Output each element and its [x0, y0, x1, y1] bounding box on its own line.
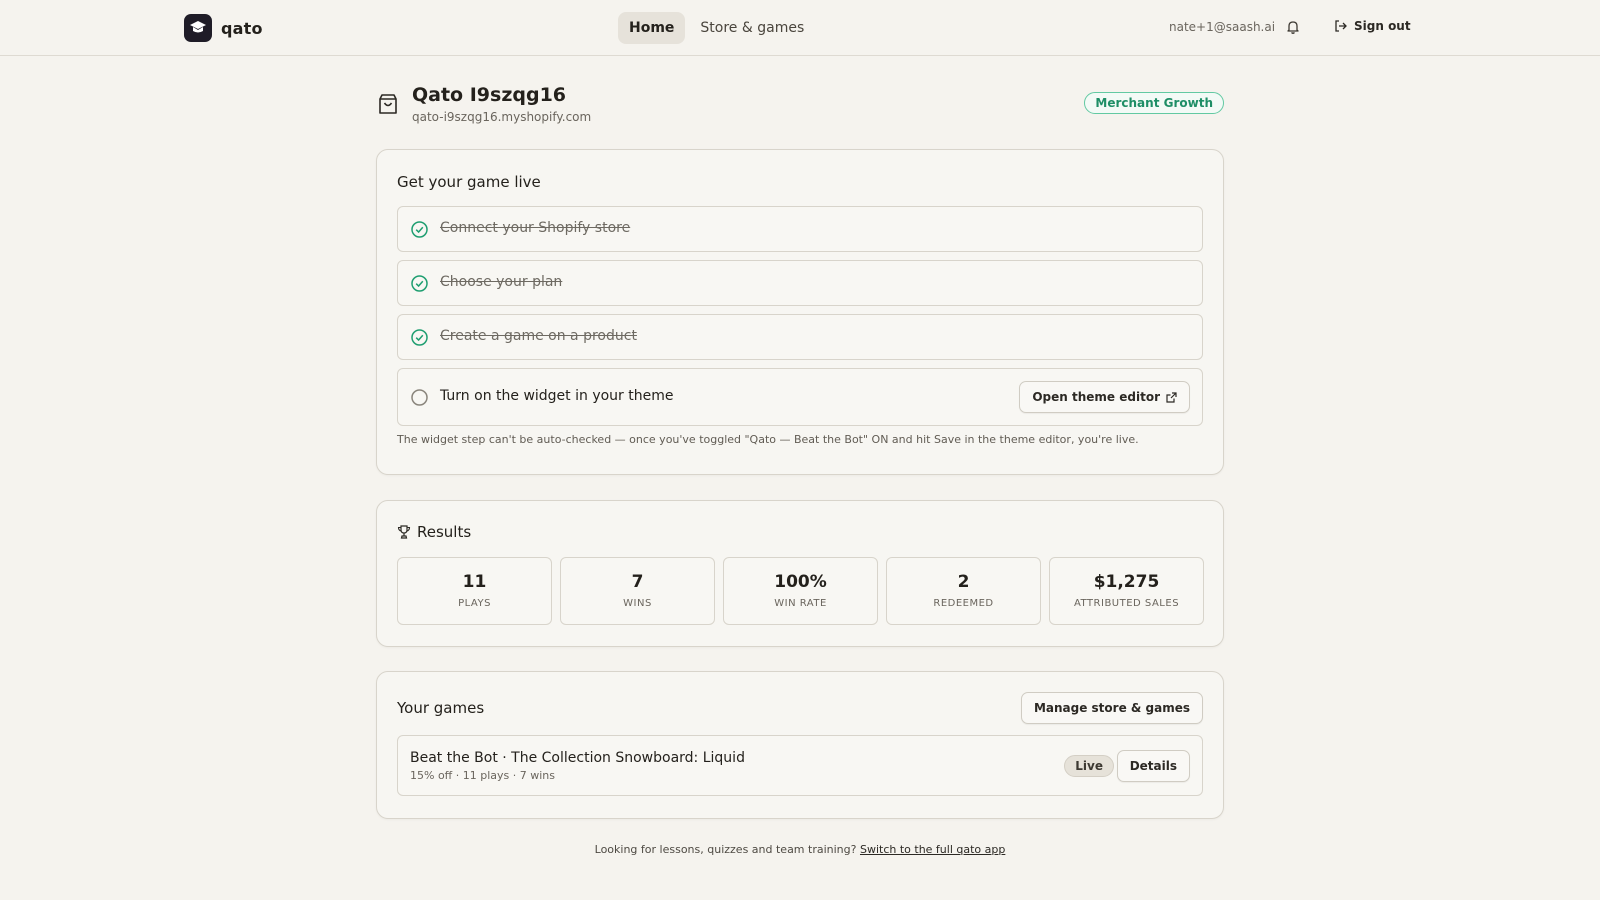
stat-label: WINS	[623, 598, 652, 609]
sign-out-button[interactable]: Sign out	[1334, 19, 1411, 33]
stat-value: $1,275	[1093, 572, 1160, 592]
status-badge: Live	[1064, 755, 1114, 777]
details-button[interactable]: Details	[1116, 750, 1190, 782]
stats-row: 11 PLAYS 7 WINS 100% WIN RATE 2 REDEEMED…	[397, 557, 1204, 625]
nav-home[interactable]: Home	[618, 12, 686, 44]
store-title: Qato I9szqg16	[412, 84, 567, 106]
brand-name: qato	[221, 18, 263, 38]
shopping-bag-icon	[379, 94, 397, 114]
footer-text: Looking for lessons, quizzes and team tr…	[594, 843, 857, 856]
manage-store-games-button[interactable]: Manage store & games	[1020, 692, 1203, 724]
graduation-cap-icon	[184, 14, 212, 42]
check-circle-icon	[411, 221, 428, 238]
game-row[interactable]: Beat the Bot · The Collection Snowboard:…	[397, 735, 1203, 796]
stat-redeemed: 2 REDEEMED	[886, 557, 1041, 625]
games-title: Your games	[397, 699, 485, 717]
stat-label: ATTRIBUTED SALES	[1073, 598, 1180, 609]
stat-plays: 11 PLAYS	[397, 557, 552, 625]
sign-out-icon	[1335, 20, 1347, 32]
step-turn-on-widget: Turn on the widget in your theme Open th…	[397, 368, 1203, 426]
stat-value: 7	[631, 572, 644, 592]
open-theme-editor-button[interactable]: Open theme editor	[1019, 381, 1190, 413]
footer-note: Looking for lessons, quizzes and team tr…	[0, 843, 1600, 856]
stat-win-rate: 100% WIN RATE	[723, 557, 878, 625]
switch-full-app-link[interactable]: Switch to the full qato app	[860, 843, 1005, 856]
results-header: Results	[397, 523, 471, 541]
stat-value: 100%	[774, 572, 827, 592]
nav-store-games[interactable]: Store & games	[689, 12, 815, 44]
step-label: Turn on the widget in your theme	[440, 388, 674, 404]
trophy-icon	[397, 525, 411, 539]
user-email: nate+1@saash.ai	[1169, 20, 1276, 34]
game-title: Beat the Bot · The Collection Snowboard:…	[410, 750, 745, 766]
step-choose-plan: Choose your plan	[397, 260, 1203, 306]
check-circle-icon	[411, 275, 428, 292]
results-title: Results	[417, 523, 472, 541]
games-card: Your games Manage store & games Beat the…	[376, 671, 1224, 819]
widget-hint: The widget step can't be auto-checked — …	[397, 433, 1139, 446]
stat-label: REDEEMED	[933, 598, 994, 609]
step-label: Connect your Shopify store	[440, 220, 631, 236]
checklist-card: Get your game live Connect your Shopify …	[376, 149, 1224, 475]
step-label: Choose your plan	[440, 274, 563, 290]
game-meta: 15% off · 11 plays · 7 wins	[410, 769, 555, 782]
stat-attributed-sales: $1,275 ATTRIBUTED SALES	[1049, 557, 1204, 625]
open-theme-editor-label: Open theme editor	[1032, 390, 1160, 404]
results-card: Results 11 PLAYS 7 WINS 100% WIN RATE 2 …	[376, 500, 1224, 647]
main-nav: Home Store & games	[618, 12, 815, 44]
step-connect-store: Connect your Shopify store	[397, 206, 1203, 252]
step-label: Create a game on a product	[440, 328, 637, 344]
step-create-game: Create a game on a product	[397, 314, 1203, 360]
stat-wins: 7 WINS	[560, 557, 715, 625]
stat-label: PLAYS	[458, 598, 491, 609]
stat-value: 11	[462, 572, 487, 592]
brand[interactable]: qato	[184, 14, 263, 42]
stat-value: 2	[957, 572, 970, 592]
check-circle-icon	[411, 329, 428, 346]
external-link-icon	[1166, 391, 1177, 403]
top-bar: qato Home Store & games nate+1@saash.ai …	[0, 0, 1600, 56]
stat-label: WIN RATE	[774, 598, 827, 609]
store-domain: qato-i9szqg16.myshopify.com	[412, 110, 592, 124]
empty-circle-icon	[411, 389, 428, 406]
store-header: Qato I9szqg16 qato-i9szqg16.myshopify.co…	[376, 84, 1224, 128]
plan-badge: Merchant Growth	[1084, 92, 1224, 114]
bell-icon[interactable]	[1285, 19, 1301, 35]
checklist-title: Get your game live	[397, 173, 541, 191]
sign-out-label: Sign out	[1354, 19, 1411, 33]
